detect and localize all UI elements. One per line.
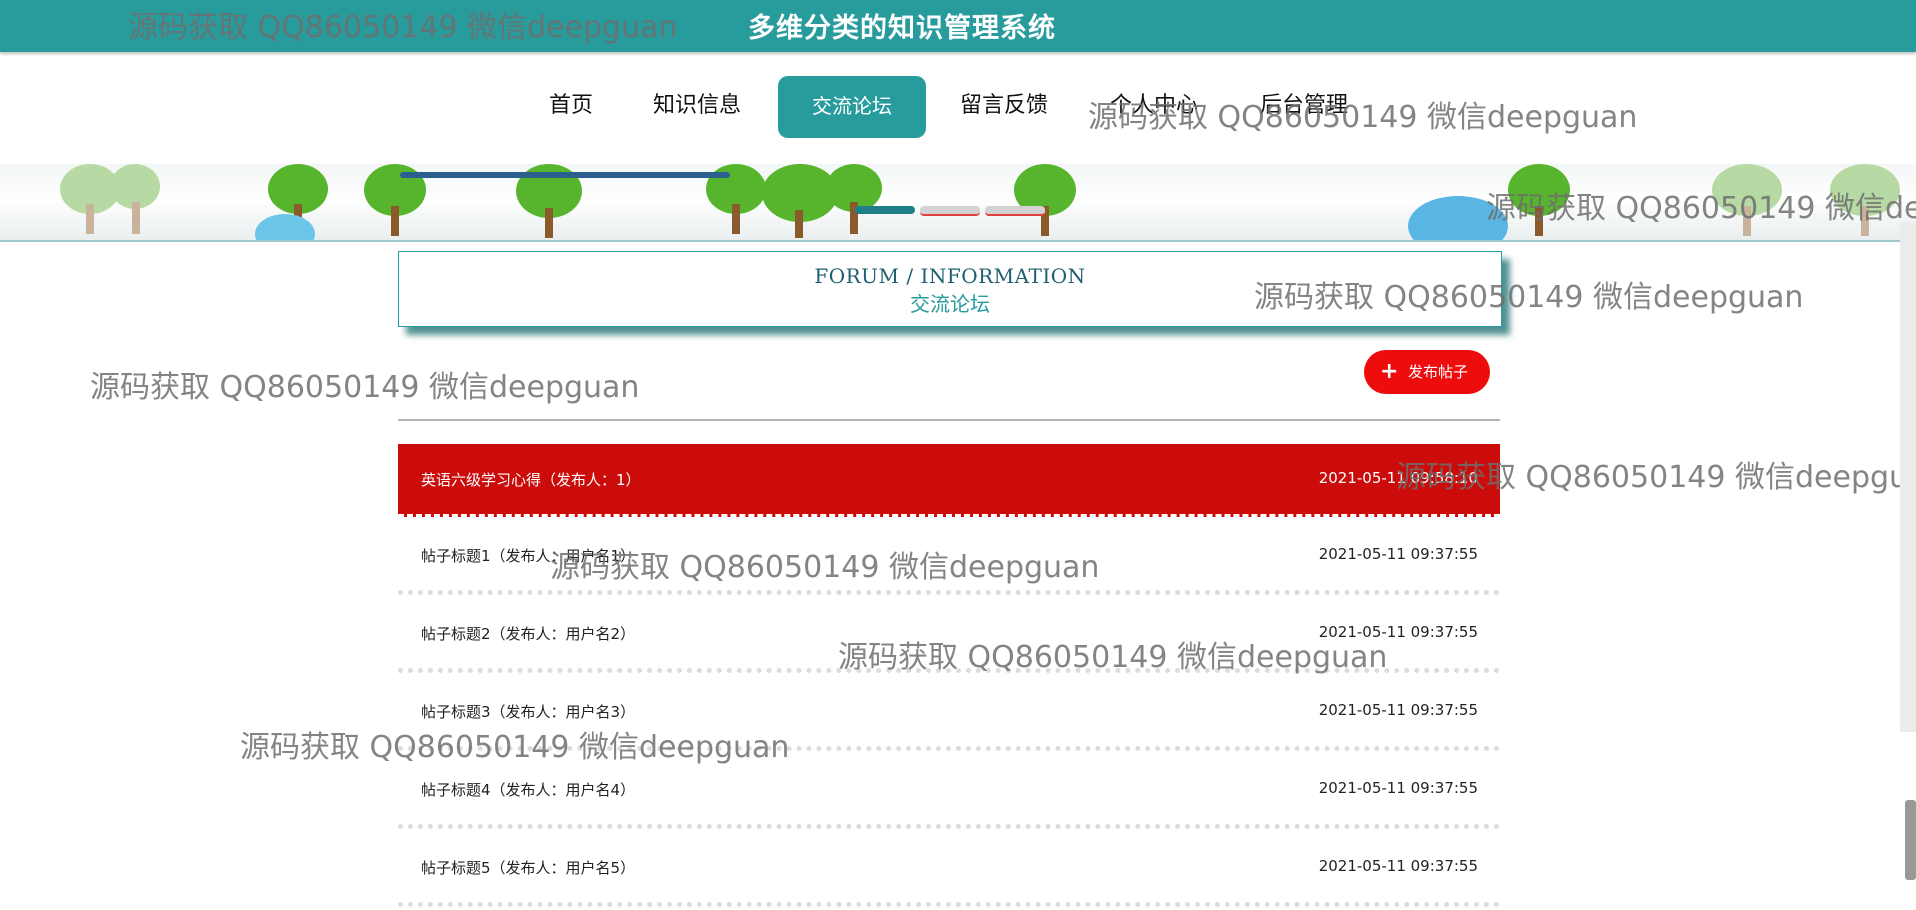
post-list: 英语六级学习心得（发布人：1） 2021-05-11 09:58:10 帖子标题… bbox=[398, 444, 1500, 910]
carousel-dot[interactable] bbox=[920, 206, 980, 216]
nav-item-home[interactable]: 首页 bbox=[549, 76, 593, 138]
divider bbox=[398, 419, 1500, 421]
post-title: 帖子标题1（发布人：用户名1） bbox=[421, 547, 636, 565]
post-row[interactable]: 帖子标题2（发布人：用户名2） 2021-05-11 09:37:55 bbox=[398, 598, 1500, 673]
post-row[interactable]: 帖子标题1（发布人：用户名1） 2021-05-11 09:37:55 bbox=[398, 520, 1500, 595]
carousel-dot[interactable] bbox=[985, 206, 1045, 216]
robot-character-decoration bbox=[255, 214, 315, 240]
publish-post-button[interactable]: + 发布帖子 bbox=[1364, 350, 1490, 394]
post-date: 2021-05-11 09:37:55 bbox=[1318, 545, 1478, 563]
banner-road-decoration bbox=[400, 172, 730, 178]
post-row[interactable]: 帖子标题5（发布人：用户名5） 2021-05-11 09:37:55 bbox=[398, 832, 1500, 907]
post-date: 2021-05-11 09:37:55 bbox=[1318, 701, 1478, 719]
top-header-bar: 多维分类的知识管理系统 bbox=[0, 0, 1916, 52]
nav-item-profile[interactable]: 个人中心 bbox=[1110, 76, 1198, 138]
post-title: 帖子标题2（发布人：用户名2） bbox=[421, 625, 636, 643]
site-title: 多维分类的知识管理系统 bbox=[748, 13, 1056, 44]
post-row[interactable]: 帖子标题3（发布人：用户名3） 2021-05-11 09:37:55 bbox=[398, 676, 1500, 751]
page-scrollbar[interactable] bbox=[1900, 222, 1916, 732]
plus-icon: + bbox=[1380, 359, 1399, 384]
post-title: 帖子标题4（发布人：用户名4） bbox=[421, 781, 636, 799]
robot-character-decoration bbox=[1408, 196, 1508, 240]
post-date: 2021-05-11 09:37:55 bbox=[1318, 779, 1478, 797]
post-date: 2021-05-11 09:37:55 bbox=[1318, 623, 1478, 641]
post-title: 帖子标题3（发布人：用户名3） bbox=[421, 703, 636, 721]
nav-item-knowledge[interactable]: 知识信息 bbox=[653, 76, 741, 138]
post-title: 帖子标题5（发布人：用户名5） bbox=[421, 859, 636, 877]
nav-item-forum[interactable]: 交流论坛 bbox=[778, 76, 926, 138]
carousel-dot-active[interactable] bbox=[855, 206, 915, 214]
post-date: 2021-05-11 09:37:55 bbox=[1318, 857, 1478, 875]
section-heading-panel: FORUM / INFORMATION 交流论坛 bbox=[398, 251, 1502, 327]
post-row[interactable]: 英语六级学习心得（发布人：1） 2021-05-11 09:58:10 bbox=[398, 444, 1500, 517]
post-title: 英语六级学习心得（发布人：1） bbox=[421, 471, 641, 489]
page-scrollbar-thumb[interactable] bbox=[1905, 800, 1916, 880]
nav-item-feedback[interactable]: 留言反馈 bbox=[960, 76, 1048, 138]
section-title-en: FORUM / INFORMATION bbox=[814, 264, 1086, 288]
post-row[interactable]: 帖子标题4（发布人：用户名4） 2021-05-11 09:37:55 bbox=[398, 754, 1500, 829]
watermark-text: 源码获取 QQ86050149 微信deepguan bbox=[90, 370, 640, 405]
nav-item-admin[interactable]: 后台管理 bbox=[1260, 76, 1348, 138]
banner-carousel[interactable] bbox=[0, 164, 1916, 242]
main-nav: 首页 知识信息 交流论坛 留言反馈 个人中心 后台管理 bbox=[0, 76, 1916, 138]
post-date: 2021-05-11 09:58:10 bbox=[1318, 469, 1478, 487]
section-title-zh: 交流论坛 bbox=[910, 292, 990, 316]
publish-post-label: 发布帖子 bbox=[1408, 363, 1469, 381]
